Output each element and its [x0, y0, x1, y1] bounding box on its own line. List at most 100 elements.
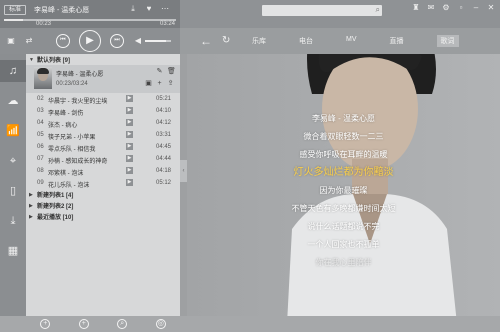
tab-radio[interactable]: 电台	[299, 36, 313, 47]
search-input[interactable]	[262, 5, 366, 16]
song-duration: 04:10	[156, 108, 172, 114]
version-tag[interactable]: 标准	[4, 5, 26, 15]
song-name: 李易峰 - 剑伤	[48, 111, 84, 117]
more-icon[interactable]: ⋯	[160, 4, 170, 14]
collapse-panel-button[interactable]: ‹	[180, 160, 187, 182]
settings-icon[interactable]: ⚙	[441, 3, 451, 13]
search-icon[interactable]: ⌕	[376, 5, 380, 15]
add-folder-icon[interactable]: +	[78, 319, 89, 329]
download-icon[interactable]: ⤓	[0, 210, 26, 232]
delete-icon[interactable]: 🗑	[167, 68, 176, 75]
list-item[interactable]: 04 张杰 - 病心 ▶ 04:12	[26, 117, 180, 129]
refresh-icon[interactable]: ↻	[222, 35, 230, 46]
previous-button[interactable]: ⏮	[56, 34, 70, 48]
lyric-line-current: 灯火多灿烂都为你黯淡	[293, 167, 394, 178]
player-info-strip: 标准 李易峰 - 温柔心愿 ⤓ ♥ ⋯ 00:23 03:24	[0, 0, 180, 28]
shirt-skin-icon[interactable]: ♜	[411, 3, 421, 13]
list-item[interactable]: 05 筷子兄弟 - 小苹果 ▶ 03:31	[26, 129, 180, 141]
next-button[interactable]: ⏭	[110, 34, 124, 48]
song-duration: 05:12	[156, 180, 172, 186]
cloud-icon[interactable]: ☁	[0, 90, 26, 112]
now-playing-card[interactable]: 李易峰 - 温柔心愿 00:23/03:24 ✎ 🗑 ▣ + ⇪	[26, 65, 180, 93]
mv-play-icon[interactable]: ▶	[126, 119, 133, 126]
mv-play-icon[interactable]: ▶	[126, 155, 133, 162]
song-name: 张杰 - 病心	[48, 123, 78, 129]
playlist-group-new1[interactable]: ▶ 新建列表1 [4]	[26, 189, 180, 200]
mv-play-icon[interactable]: ▶	[126, 131, 133, 138]
card-song-title: 李易峰 - 温柔心愿	[56, 72, 104, 78]
nav-tabs: 乐库 电台 MV 直播 歌词	[252, 35, 492, 47]
mv-play-icon[interactable]: ▶	[126, 143, 133, 150]
locate-icon[interactable]: ⌕	[117, 319, 128, 329]
playlist-group-default[interactable]: ▼ 默认列表 [9]	[26, 54, 180, 65]
song-duration: 03:31	[156, 132, 172, 138]
minimize-icon[interactable]: –	[471, 3, 481, 13]
list-item[interactable]: 06 零点乐队 - 相信我 ▶ 04:45	[26, 141, 180, 153]
lyrics-lines: 李易峰 - 温柔心愿 微合着双眼轻数一二三 感受你呼吸在耳畔的温暖 灯火多灿烂都…	[187, 110, 500, 272]
list-mode-icon[interactable]: ▣	[6, 36, 16, 46]
caret-right-icon: ▶	[29, 191, 33, 198]
caret-down-icon: ▼	[29, 56, 34, 63]
song-name: 孙楠 - 感知成长的神奇	[48, 159, 108, 165]
play-button[interactable]: ▶	[79, 30, 101, 52]
list-item[interactable]: 03 李易峰 - 剑伤 ▶ 04:10	[26, 105, 180, 117]
list-item[interactable]: 09 花儿乐队 - 泡沫 ▶ 05:12	[26, 177, 180, 189]
title-bar: 标准 李易峰 - 温柔心愿 ⤓ ♥ ⋯ 00:23 03:24 ⌕ ♜ ✉ ⚙ …	[0, 0, 500, 28]
tab-library[interactable]: 乐库	[252, 36, 266, 47]
playback-controls: ▣ ⇄ ⏮ ▶ ⏭ ◀	[0, 28, 180, 54]
song-number: 06	[37, 144, 44, 150]
volume-slider[interactable]	[145, 40, 171, 42]
target-icon[interactable]: ◎	[155, 319, 166, 329]
list-item[interactable]: 08 邓紫棋 - 泡沫 ▶ 04:18	[26, 165, 180, 177]
lyric-line: 李易峰 - 温柔心愿	[311, 114, 376, 123]
mv-play-icon[interactable]: ▶	[126, 167, 133, 174]
song-duration: 04:44	[156, 156, 172, 162]
add-icon[interactable]: +	[156, 80, 163, 87]
time-total: 03:24	[160, 21, 176, 27]
mini-mode-icon[interactable]: ▫	[456, 3, 466, 13]
lyric-line: 微合着双眼轻数一二三	[303, 132, 384, 141]
song-number: 09	[37, 180, 44, 186]
location-pin-icon[interactable]: ⌖	[0, 150, 26, 172]
download-icon[interactable]: ⤓	[128, 4, 138, 14]
lyric-line: 不管天色有多晚都嫌时间太短	[291, 204, 396, 213]
now-playing-title: 李易峰 - 温柔心愿	[34, 7, 90, 14]
add-icon[interactable]: +	[40, 319, 51, 329]
card-song-time: 00:23/03:24	[56, 81, 88, 87]
mv-icon[interactable]: ▣	[145, 80, 152, 87]
playlist-group-recent[interactable]: ▶ 最近播放 [10]	[26, 211, 180, 222]
back-arrow-icon[interactable]: ←	[200, 34, 212, 48]
search-box: ⌕	[262, 5, 382, 16]
control-row: ▣ ⇄ ⏮ ▶ ⏭ ◀ ← ↻ 乐库 电台 MV 直播 歌词	[0, 28, 500, 54]
volume-icon[interactable]: ◀	[133, 36, 143, 46]
caret-right-icon: ▶	[29, 202, 33, 209]
radio-icon[interactable]: 📶	[0, 120, 26, 142]
song-duration: 05:21	[156, 96, 172, 102]
apps-grid-icon[interactable]: ▦	[0, 240, 26, 262]
close-icon[interactable]: ✕	[486, 3, 496, 13]
song-duration: 04:18	[156, 168, 172, 174]
repeat-icon[interactable]: ⇄	[24, 36, 34, 46]
mv-play-icon[interactable]: ▶	[126, 95, 133, 102]
group-name: 新建列表2 [2]	[37, 204, 74, 210]
tab-lyrics[interactable]: 歌词	[436, 35, 459, 47]
caret-right-icon: ▶	[29, 213, 33, 220]
list-item[interactable]: 07 孙楠 - 感知成长的神奇 ▶ 04:44	[26, 153, 180, 165]
music-note-icon[interactable]: ♫	[0, 60, 26, 82]
tab-mv[interactable]: MV	[346, 36, 357, 47]
share-icon[interactable]: ⇪	[167, 80, 174, 87]
bottom-toolbar: + + ⌕ ◎	[0, 316, 500, 332]
song-name: 华晨宇 - 我火里的尘埃	[48, 99, 108, 105]
mail-icon[interactable]: ✉	[426, 3, 436, 13]
playlist-group-new2[interactable]: ▶ 新建列表2 [2]	[26, 200, 180, 211]
tab-live[interactable]: 直播	[390, 36, 404, 47]
phone-icon[interactable]: ▯	[0, 180, 26, 202]
lyrics-view: 李易峰 - 温柔心愿 微合着双眼轻数一二三 感受你呼吸在耳畔的温暖 灯火多灿烂都…	[187, 54, 500, 316]
heart-icon[interactable]: ♥	[144, 4, 154, 14]
mv-play-icon[interactable]: ▶	[126, 179, 133, 186]
edit-icon[interactable]: ✎	[156, 68, 163, 75]
list-item[interactable]: 02 华晨宇 - 我火里的尘埃 ▶ 05:21	[26, 93, 180, 105]
progress-bar[interactable]	[4, 19, 176, 21]
mv-play-icon[interactable]: ▶	[126, 107, 133, 114]
song-duration: 04:45	[156, 144, 172, 150]
